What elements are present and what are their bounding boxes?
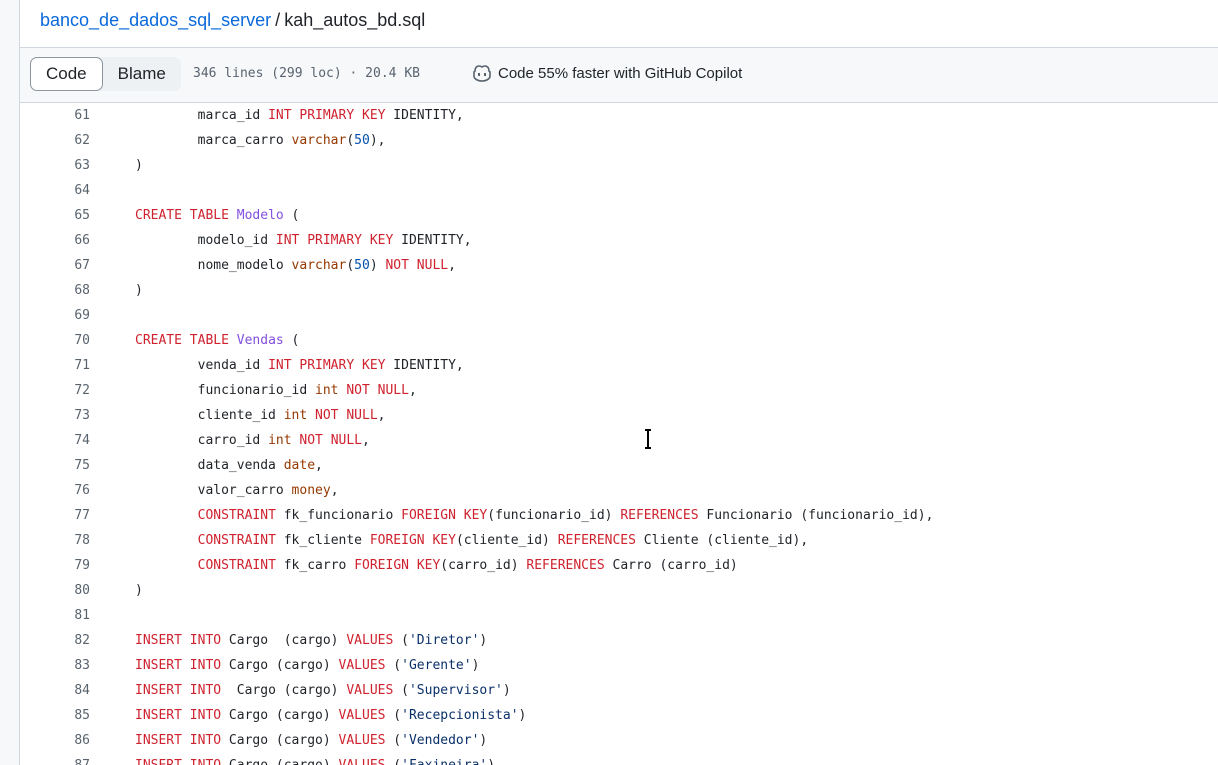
code-line: 70 CREATE TABLE Vendas ( [20,328,1218,353]
code-line-text: ) [135,283,143,298]
left-rail [0,0,20,765]
code-line: 79 CONSTRAINT fk_carro FOREIGN KEY(carro… [20,553,1218,578]
line-number[interactable]: 83 [20,653,90,678]
code-line: 64 [20,178,1218,203]
code-line: 63) [20,153,1218,178]
line-number[interactable]: 80 [20,578,90,603]
line-number[interactable]: 81 [20,603,90,628]
line-number[interactable]: 65 [20,203,90,228]
code-line-text: CREATE TABLE Vendas ( [135,333,300,348]
line-number[interactable]: 79 [20,553,90,578]
line-number[interactable]: 74 [20,428,90,453]
text-cursor-icon [645,429,651,449]
code-line-text: CONSTRAINT fk_cliente FOREIGN KEY(client… [197,533,809,548]
code-line-text: ) [135,583,143,598]
code-line: 68) [20,278,1218,303]
code-line-text: valor_carro money, [135,483,339,498]
line-number[interactable]: 82 [20,628,90,653]
code-line-text: marca_id INT PRIMARY KEY IDENTITY, [135,108,464,123]
code-view[interactable]: 61 marca_id INT PRIMARY KEY IDENTITY, 62 … [20,103,1218,765]
code-line-text: INSERT INTO Cargo (cargo) VALUES ('Faxin… [135,753,495,765]
code-line: 75 data_venda date, [20,453,1218,478]
line-number[interactable]: 61 [20,103,90,128]
code-view-button[interactable]: Code [30,57,103,91]
file-info: 346 lines (299 loc) · 20.4 KB [193,66,420,81]
code-line-text: ) [135,158,143,173]
code-line: 67 nome_modelo varchar(50) NOT NULL, [20,253,1218,278]
line-number[interactable]: 75 [20,453,90,478]
code-line-text: nome_modelo varchar(50) NOT NULL, [135,258,456,273]
code-line-text: INSERT INTO Cargo (cargo) VALUES ('Geren… [135,658,480,673]
line-number[interactable]: 85 [20,703,90,728]
code-line-text: carro_id int NOT NULL, [135,433,370,448]
code-line: 87 INSERT INTO Cargo (cargo) VALUES ('Fax… [20,753,1218,765]
line-number[interactable]: 68 [20,278,90,303]
code-line: 81 [20,603,1218,628]
code-line-text: funcionario_id int NOT NULL, [135,383,417,398]
line-number[interactable]: 86 [20,728,90,753]
breadcrumb-repo-link[interactable]: banco_de_dados_sql_server [40,10,271,30]
code-line: 82 INSERT INTO Cargo (cargo) VALUES ('Dir… [20,628,1218,653]
code-line: 69 [20,303,1218,328]
code-line: 86 INSERT INTO Cargo (cargo) VALUES ('Ven… [20,728,1218,753]
line-number[interactable]: 77 [20,503,90,528]
breadcrumb-file-name: kah_autos_bd.sql [284,10,426,30]
line-number[interactable]: 72 [20,378,90,403]
code-line: 80) [20,578,1218,603]
line-number[interactable]: 71 [20,353,90,378]
line-number[interactable]: 66 [20,228,90,253]
code-line: 72 funcionario_id int NOT NULL, [20,378,1218,403]
code-line: 74 carro_id int NOT NULL, [20,428,1218,453]
code-line: 66 modelo_id INT PRIMARY KEY IDENTITY, [20,228,1218,253]
copilot-link[interactable]: Code 55% faster with GitHub Copilot [472,64,742,82]
breadcrumb: banco_de_dados_sql_server / kah_autos_bd.s… [40,8,425,32]
view-mode-toggle: Code Blame [30,57,181,91]
copilot-icon [473,65,491,82]
code-line-text: marca_carro varchar(50), [135,133,386,148]
line-number[interactable]: 84 [20,678,90,703]
line-number[interactable]: 63 [20,153,90,178]
code-line: 85 INSERT INTO Cargo (cargo) VALUES ('Rec… [20,703,1218,728]
breadcrumb-separator: / [275,10,281,30]
code-line-text: CONSTRAINT fk_carro FOREIGN KEY(carro_id… [197,558,738,573]
code-line: 61 marca_id INT PRIMARY KEY IDENTITY, [20,103,1218,128]
code-line-text: INSERT INTO Cargo (cargo) VALUES ('Diret… [135,633,488,648]
code-line: 71 venda_id INT PRIMARY KEY IDENTITY, [20,353,1218,378]
code-line: 76 valor_carro money, [20,478,1218,503]
file-header-toolbar: Code Blame 346 lines (299 loc) · 20.4 KB… [20,47,1218,103]
line-number[interactable]: 70 [20,328,90,353]
line-number[interactable]: 62 [20,128,90,153]
code-line: 78 CONSTRAINT fk_cliente FOREIGN KEY(cli… [20,528,1218,553]
code-line: 65 CREATE TABLE Modelo ( [20,203,1218,228]
line-number[interactable]: 76 [20,478,90,503]
code-line-text: venda_id INT PRIMARY KEY IDENTITY, [135,358,464,373]
code-line: 84 INSERT INTO Cargo (cargo) VALUES ('Sup… [20,678,1218,703]
code-line-text: cliente_id int NOT NULL, [135,408,386,423]
line-number[interactable]: 67 [20,253,90,278]
line-number[interactable]: 87 [20,753,90,765]
code-line: 77 CONSTRAINT fk_funcionario FOREIGN KEY… [20,503,1218,528]
code-line: 83 INSERT INTO Cargo (cargo) VALUES ('Ger… [20,653,1218,678]
code-line-text: modelo_id INT PRIMARY KEY IDENTITY, [135,233,472,248]
copilot-label: Code 55% faster with GitHub Copilot [498,64,743,82]
code-line-text: INSERT INTO Cargo (cargo) VALUES ('Vende… [135,733,488,748]
code-line-text: INSERT INTO Cargo (cargo) VALUES ('Super… [135,683,511,698]
line-number[interactable]: 64 [20,178,90,203]
blame-view-button[interactable]: Blame [103,57,181,91]
code-line-text: INSERT INTO Cargo (cargo) VALUES ('Recep… [135,708,527,723]
line-number[interactable]: 69 [20,303,90,328]
line-number[interactable]: 73 [20,403,90,428]
code-line: 62 marca_carro varchar(50), [20,128,1218,153]
code-line-text: CREATE TABLE Modelo ( [135,208,300,223]
code-line-text: CONSTRAINT fk_funcionario FOREIGN KEY(fu… [197,508,934,523]
code-line: 73 cliente_id int NOT NULL, [20,403,1218,428]
line-number[interactable]: 78 [20,528,90,553]
code-line-text: data_venda date, [135,458,323,473]
